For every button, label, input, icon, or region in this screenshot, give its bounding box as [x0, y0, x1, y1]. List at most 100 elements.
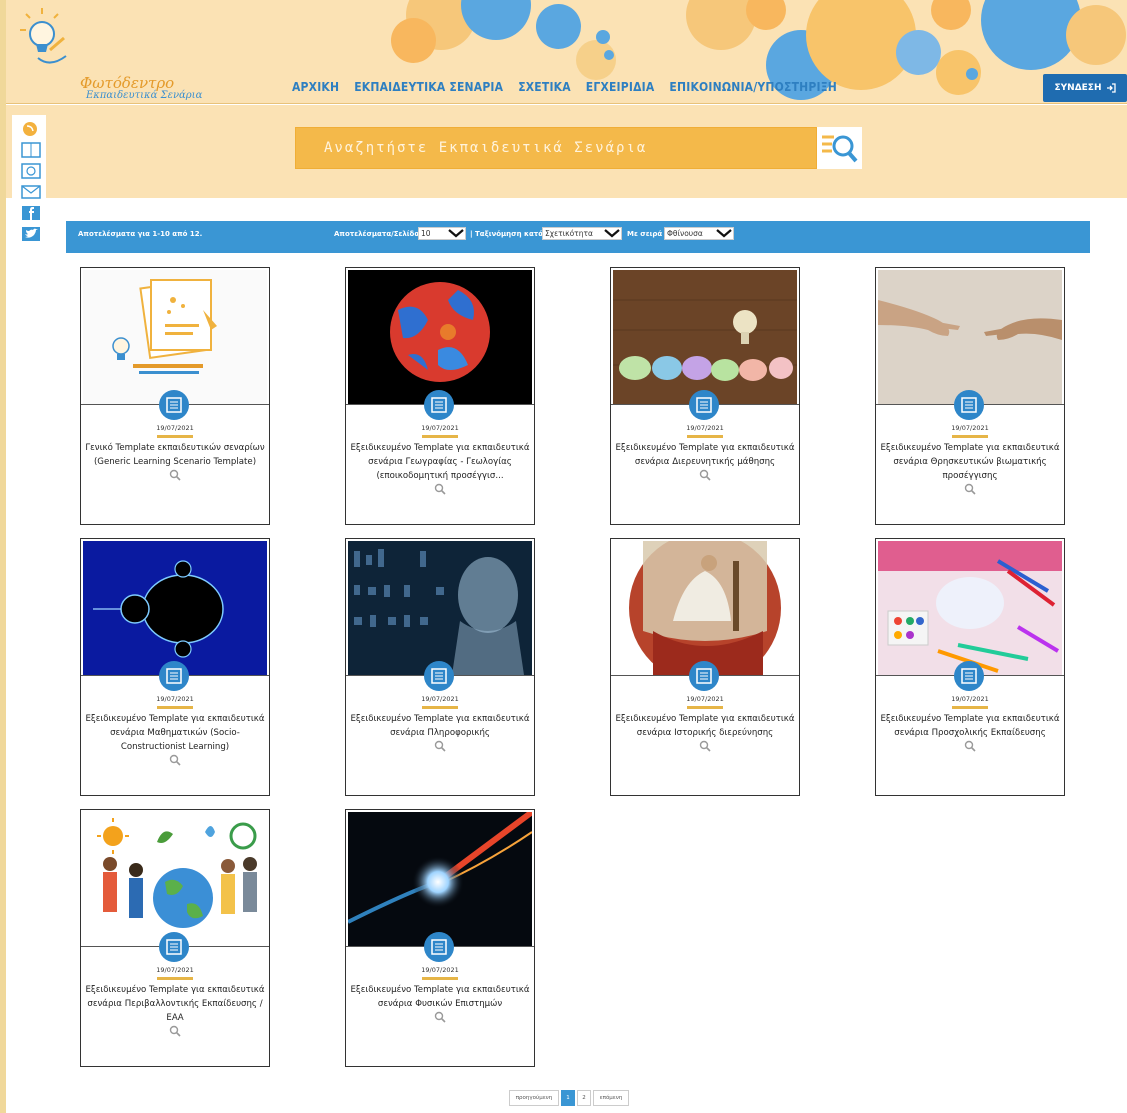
twitter-side-button[interactable] [18, 224, 44, 243]
email-side-button[interactable] [18, 182, 44, 201]
card-title[interactable]: Εξειδικευμένο Template για εκπαιδευτικά … [880, 714, 1059, 738]
sort-select[interactable]: Σχετικότητα [542, 227, 622, 240]
decor-bubble [604, 50, 614, 60]
search-input[interactable] [296, 128, 816, 168]
globe-image [390, 282, 490, 382]
decor-bubble [966, 68, 978, 80]
magnifier-icon[interactable] [964, 483, 976, 495]
card-underline [687, 435, 723, 438]
per-page-select[interactable]: 10 [418, 227, 466, 240]
pagination-page-1[interactable]: 1 [561, 1090, 575, 1106]
magnifier-icon[interactable] [169, 1025, 181, 1037]
pagination-page-2[interactable]: 2 [577, 1090, 591, 1106]
card-thumbnail [348, 541, 532, 675]
chat-side-button[interactable] [18, 161, 44, 180]
magnifier-icon[interactable] [169, 754, 181, 766]
scenario-card[interactable]: 19/07/2021 Εξειδικευμένο Template για εκ… [345, 809, 535, 1067]
chevron-down-icon [604, 229, 620, 238]
clay-bulb-image [613, 270, 797, 404]
scenario-card[interactable]: 19/07/2021 Εξειδικευμένο Template για εκ… [345, 267, 535, 525]
card-title[interactable]: Εξειδικευμένο Template για εκπαιδευτικά … [85, 714, 264, 752]
scenario-card[interactable]: 19/07/2021 Εξειδικευμένο Template για εκ… [610, 267, 800, 525]
side-share-bar [12, 115, 46, 250]
card-underline [157, 435, 193, 438]
book-side-button[interactable] [18, 140, 44, 159]
document-badge [159, 661, 189, 691]
facebook-side-button[interactable] [18, 203, 44, 222]
scenario-card[interactable]: 19/07/2021 Εξειδικευμένο Template για εκ… [610, 538, 800, 796]
nav-scenarios[interactable]: ΕΚΠΑΙΔΕΥΤΙΚΑ ΣΕΝΑΡΙΑ [354, 80, 503, 94]
magnifier-icon[interactable] [699, 469, 711, 481]
order-label: Με σειρά [627, 230, 663, 238]
decor-bubble [931, 0, 971, 30]
card-title-block: Εξειδικευμένο Template για εκπαιδευτικά … [81, 983, 269, 1037]
card-date: 19/07/2021 [686, 424, 724, 432]
card-underline [952, 435, 988, 438]
card-title[interactable]: Εξειδικευμένο Template για εκπαιδευτικά … [880, 443, 1059, 481]
card-date: 19/07/2021 [156, 424, 194, 432]
nav-about[interactable]: ΣΧΕΤΙΚΑ [518, 80, 571, 94]
sort-label: | Ταξινόμηση κατά [470, 230, 544, 238]
card-underline [422, 977, 458, 980]
decor-bubble [1066, 5, 1126, 65]
card-title[interactable]: Γενικό Template εκπαιδευτικών σεναρίων (… [85, 443, 264, 467]
document-badge [954, 661, 984, 691]
book-icon [21, 141, 41, 158]
order-select[interactable]: Φθίνουσα [664, 227, 734, 240]
card-thumbnail [613, 541, 797, 675]
card-thumbnail [83, 541, 267, 675]
results-toolbar: Αποτελέσματα για 1-10 από 12. Αποτελέσμα… [66, 221, 1090, 253]
twitter-icon [22, 226, 40, 241]
nav-home[interactable]: ΑΡΧΙΚΗ [292, 80, 339, 94]
chat-icon [21, 162, 41, 179]
pagination-next[interactable]: επόμενη [593, 1090, 629, 1106]
card-underline [422, 706, 458, 709]
scenario-card[interactable]: 19/07/2021 Εξειδικευμένο Template για εκ… [875, 538, 1065, 796]
document-list-icon [166, 668, 182, 684]
magnifier-icon[interactable] [434, 483, 446, 495]
nav-manuals[interactable]: ΕΓΧΕΙΡΙΔΙΑ [586, 80, 655, 94]
card-date: 19/07/2021 [156, 695, 194, 703]
card-thumbnail [348, 812, 532, 946]
email-icon [21, 184, 41, 199]
card-date: 19/07/2021 [421, 424, 459, 432]
card-title[interactable]: Εξειδικευμένο Template για εκπαιδευτικά … [85, 985, 264, 1023]
scenario-card[interactable]: 19/07/2021 Γενικό Template εκπαιδευτικών… [80, 267, 270, 525]
search-box [295, 127, 817, 169]
document-list-icon [696, 397, 712, 413]
scenario-card[interactable]: 19/07/2021 Εξειδικευμένο Template για εκ… [345, 538, 535, 796]
document-list-icon [431, 397, 447, 413]
rss-side-button[interactable] [18, 119, 44, 138]
magnifier-icon[interactable] [169, 469, 181, 481]
login-button[interactable]: ΣΥΝΔΕΣΗ [1043, 74, 1127, 102]
card-title[interactable]: Εξειδικευμένο Template για εκπαιδευτικά … [615, 443, 794, 467]
document-badge [424, 390, 454, 420]
search-icon [821, 135, 858, 163]
magnifier-icon[interactable] [434, 1011, 446, 1023]
scenario-card[interactable]: 19/07/2021 Εξειδικευμένο Template για εκ… [875, 267, 1065, 525]
search-button[interactable] [817, 127, 862, 169]
document-badge [159, 390, 189, 420]
site-logo[interactable]: Φωτόδεντρο Εκπαιδευτικά Σενάρια [20, 8, 210, 101]
sort-value: Σχετικότητα [545, 229, 593, 238]
pagination-prev[interactable]: προηγούμενη [509, 1090, 559, 1106]
scenario-card[interactable]: 19/07/2021 Εξειδικευμένο Template για εκ… [80, 809, 270, 1067]
card-title[interactable]: Εξειδικευμένο Template για εκπαιδευτικά … [615, 714, 794, 738]
magnifier-icon[interactable] [964, 740, 976, 752]
card-underline [157, 977, 193, 980]
card-title[interactable]: Εξειδικευμένο Template για εκπαιδευτικά … [350, 985, 529, 1009]
scenario-card[interactable]: 19/07/2021 Εξειδικευμένο Template για εκ… [80, 538, 270, 796]
card-title-block: Εξειδικευμένο Template για εκπαιδευτικά … [346, 441, 534, 495]
card-title-block: Εξειδικευμένο Template για εκπαιδευτικά … [876, 441, 1064, 495]
card-title[interactable]: Εξειδικευμένο Template για εκπαιδευτικά … [350, 714, 529, 738]
document-list-icon [431, 668, 447, 684]
card-title[interactable]: Εξειδικευμένο Template για εκπαιδευτικά … [350, 443, 529, 481]
nav-contact[interactable]: ΕΠΙΚΟΙΝΩΝΙΑ/ΥΠΟΣΤΗΡΙΞΗ [669, 80, 837, 94]
magnifier-icon[interactable] [699, 740, 711, 752]
magnifier-icon[interactable] [434, 740, 446, 752]
card-title-block: Εξειδικευμένο Template για εκπαιδευτικά … [876, 712, 1064, 752]
login-icon [1106, 83, 1116, 93]
decor-bubble [536, 4, 581, 49]
art-supplies-image [878, 541, 1062, 675]
header-divider [6, 103, 1127, 104]
